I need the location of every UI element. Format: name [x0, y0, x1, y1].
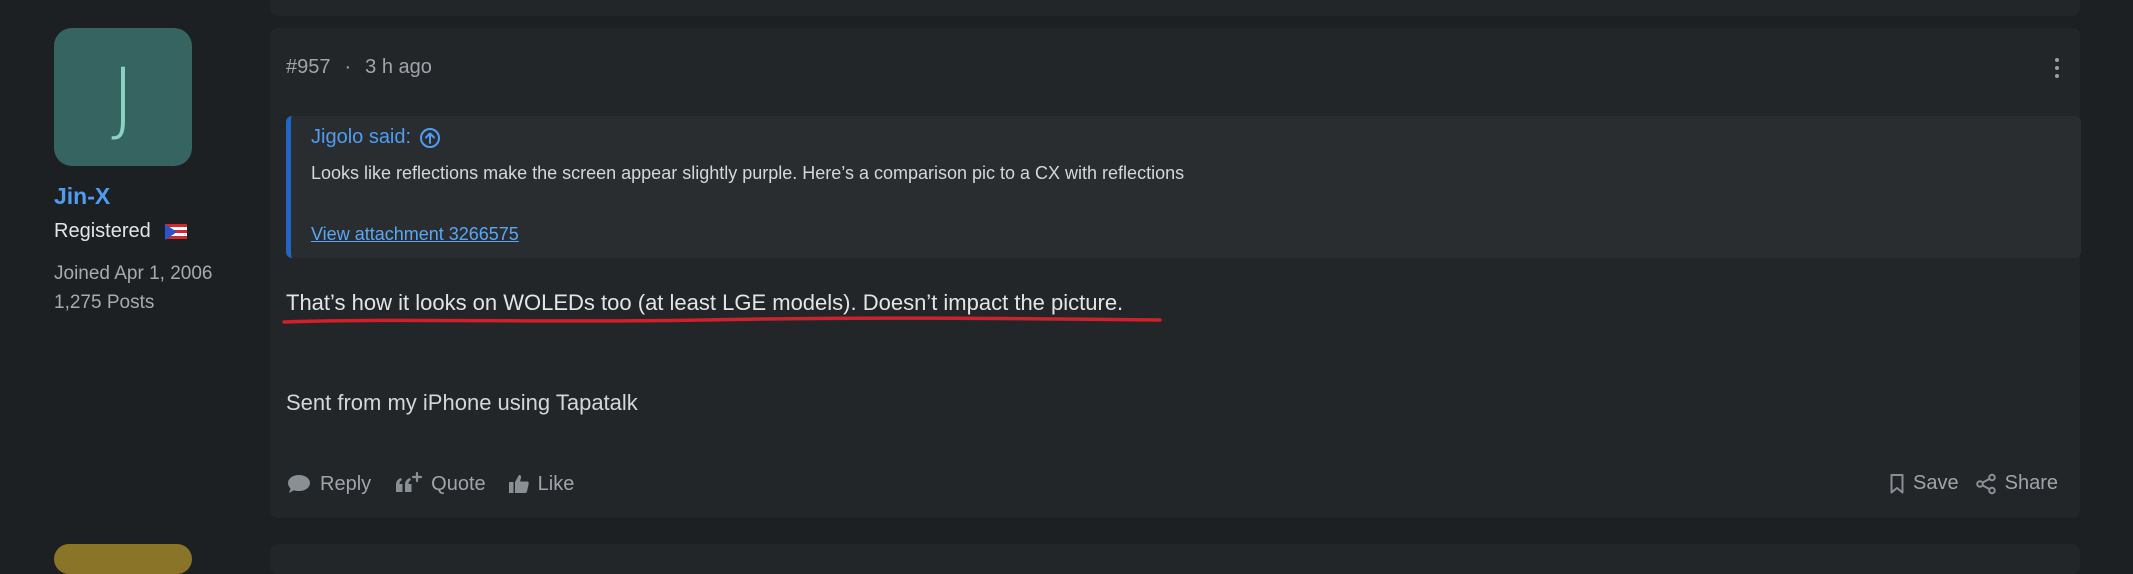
post-actions-right: Save Share	[1889, 472, 2058, 495]
avatar[interactable]: J	[54, 28, 192, 166]
user-post-count: 1,275 Posts	[54, 292, 155, 313]
arrow-up-circle-icon	[420, 127, 441, 148]
like-button[interactable]: Like	[508, 472, 575, 496]
meta-separator: ·	[344, 56, 352, 78]
post-card: #957 · 3 h ago Jigolo said: Looks like r…	[270, 28, 2081, 518]
bookmark-icon	[1890, 473, 1904, 493]
avatar-letter: J	[111, 50, 135, 144]
username-link[interactable]: Jin-X	[54, 183, 244, 210]
share-icon	[1975, 473, 1996, 494]
post-meta: #957 · 3 h ago	[286, 56, 432, 79]
previous-post-card	[270, 0, 2080, 16]
like-label: Like	[537, 472, 575, 495]
red-underline-annotation	[282, 316, 1162, 324]
quote-text: Looks like reflections make the screen a…	[311, 163, 1185, 183]
more-options-icon[interactable]	[2052, 56, 2062, 80]
post-signature: Sent from my iPhone using Tapatalk	[286, 390, 638, 415]
next-post-avatar[interactable]	[54, 544, 192, 574]
quote-button[interactable]: Quote	[393, 472, 486, 496]
post-timestamp[interactable]: 3 h ago	[365, 56, 432, 79]
puerto-rico-flag-icon	[164, 223, 187, 240]
post-body-text: That’s how it looks on WOLEDs too (at le…	[286, 290, 1124, 315]
quote-author-label: Jigolo said:	[311, 126, 412, 148]
quote-block: Jigolo said: Looks like reflections make…	[286, 116, 2081, 258]
attachment-link[interactable]: View attachment 3266575	[311, 224, 519, 245]
post-number-link[interactable]: #957	[286, 56, 331, 79]
post-author-sidebar: J Jin-X Registered Joined Apr 1, 2006 1,…	[54, 28, 244, 314]
reply-label: Reply	[320, 472, 372, 495]
share-button[interactable]: Share	[1975, 472, 2058, 495]
user-role: Registered	[54, 220, 151, 242]
save-button[interactable]: Save	[1889, 472, 1959, 495]
next-post-card	[270, 544, 2080, 574]
save-label: Save	[1913, 472, 1959, 494]
post-actions-left: Reply Quote Like	[286, 472, 574, 496]
user-joined-date: Joined Apr 1, 2006	[54, 263, 213, 284]
share-label: Share	[2004, 472, 2058, 494]
thumbs-up-icon	[508, 475, 529, 493]
quote-label: Quote	[431, 472, 486, 495]
user-role-row: Registered	[54, 220, 244, 243]
reply-button[interactable]: Reply	[286, 472, 371, 496]
quote-author-link[interactable]: Jigolo said:	[311, 126, 2061, 149]
quote-plus-icon	[396, 472, 423, 492]
speech-bubble-icon	[288, 475, 310, 493]
